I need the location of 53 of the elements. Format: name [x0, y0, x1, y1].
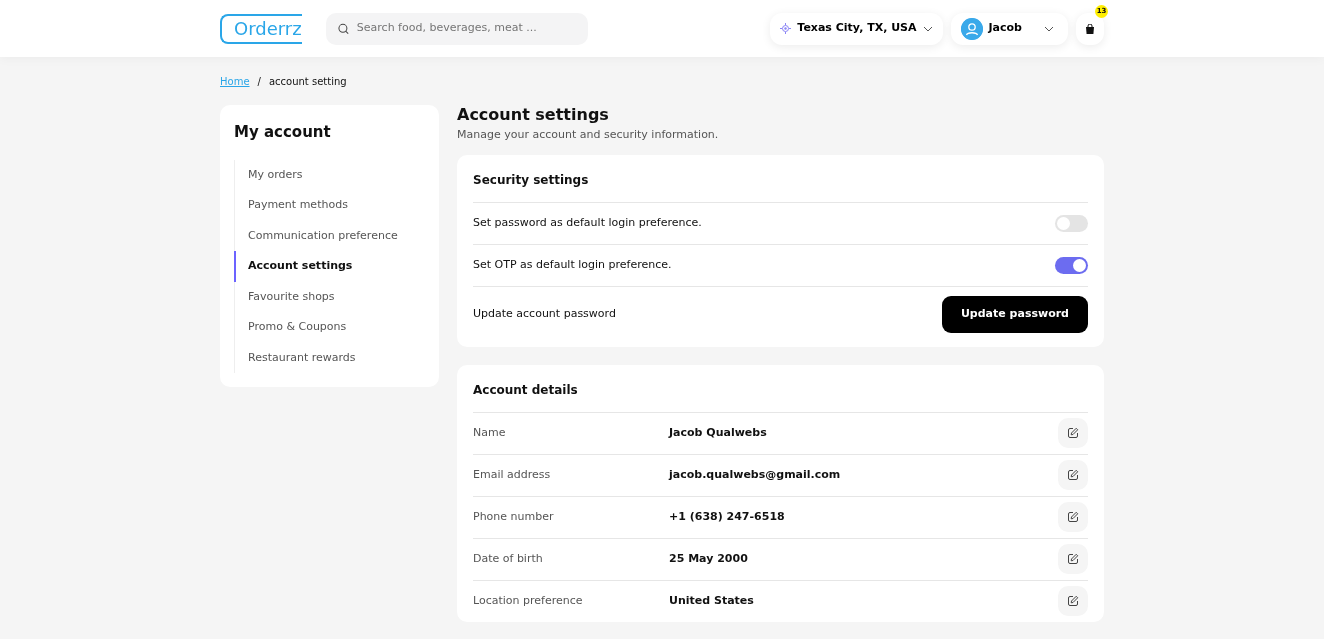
- user-name: Jacob: [988, 20, 1022, 37]
- field-label: Phone number: [473, 508, 555, 525]
- search-bar[interactable]: Search food, beverages, meat ...: [325, 12, 588, 45]
- location-label: Texas City, TX, USA: [797, 20, 917, 37]
- edit-button[interactable]: [1058, 502, 1088, 532]
- toggle-switch[interactable]: [1055, 256, 1088, 274]
- chevron-down-icon: [922, 25, 933, 32]
- edit-button[interactable]: [1058, 544, 1088, 574]
- avatar-icon: [960, 17, 983, 40]
- setting-label: Set OTP as default login preference.: [473, 256, 672, 273]
- card-title: Security settings: [473, 171, 590, 189]
- edit-button[interactable]: [1058, 418, 1088, 448]
- field-label: Date of birth: [473, 550, 544, 567]
- field-value: +1 (638) 247-6518: [669, 508, 786, 525]
- setting-label: Update account password: [473, 306, 616, 323]
- field-label: Name: [473, 424, 507, 441]
- sidebar-title: My account: [234, 122, 332, 143]
- edit-icon: [1067, 553, 1079, 565]
- search-icon: [337, 22, 349, 35]
- edit-icon: [1067, 469, 1079, 481]
- page-subtitle: Manage your account and security information.: [457, 127, 720, 143]
- page-title: Account settings: [457, 104, 610, 126]
- field-label: Location preference: [473, 592, 584, 609]
- chevron-down-icon: [1044, 25, 1054, 32]
- sidebar-item[interactable]: My orders: [234, 159, 425, 190]
- field-value: 25 May 2000: [669, 550, 749, 567]
- field-label: Email address: [473, 466, 552, 483]
- setting-label: Set password as default login preference.: [473, 214, 702, 231]
- user-menu[interactable]: Jacob: [950, 12, 1068, 45]
- sidebar-item[interactable]: Communication preference: [234, 220, 425, 251]
- location-dropdown[interactable]: Texas City, TX, USA: [770, 12, 943, 45]
- cart-button[interactable]: [1076, 12, 1104, 45]
- breadcrumb-separator: /: [257, 75, 261, 89]
- shopping-bag-icon: [1085, 23, 1095, 34]
- sidebar-item[interactable]: Payment methods: [234, 190, 425, 221]
- edit-icon: [1067, 427, 1079, 439]
- location-target-icon: [780, 23, 792, 34]
- field-value: Jacob Qualwebs: [669, 424, 768, 441]
- sidebar-item[interactable]: Favourite shops: [234, 281, 425, 312]
- edit-button[interactable]: [1058, 460, 1088, 490]
- field-value: jacob.qualwebs@gmail.com: [669, 466, 842, 483]
- sidebar-item[interactable]: Restaurant rewards: [234, 342, 425, 373]
- edit-icon: [1067, 595, 1079, 607]
- card-title: Account details: [473, 381, 579, 399]
- sidebar-item[interactable]: Account settings: [234, 251, 425, 282]
- field-value: United States: [669, 592, 755, 609]
- breadcrumb-current: account setting: [268, 75, 347, 89]
- update-password-button[interactable]: Update password: [941, 296, 1088, 333]
- search-input[interactable]: Search food, beverages, meat ...: [354, 19, 576, 38]
- edit-icon: [1067, 511, 1079, 523]
- sidebar-item[interactable]: Promo & Coupons: [234, 312, 425, 343]
- toggle-switch[interactable]: [1055, 214, 1088, 232]
- edit-button[interactable]: [1058, 586, 1088, 616]
